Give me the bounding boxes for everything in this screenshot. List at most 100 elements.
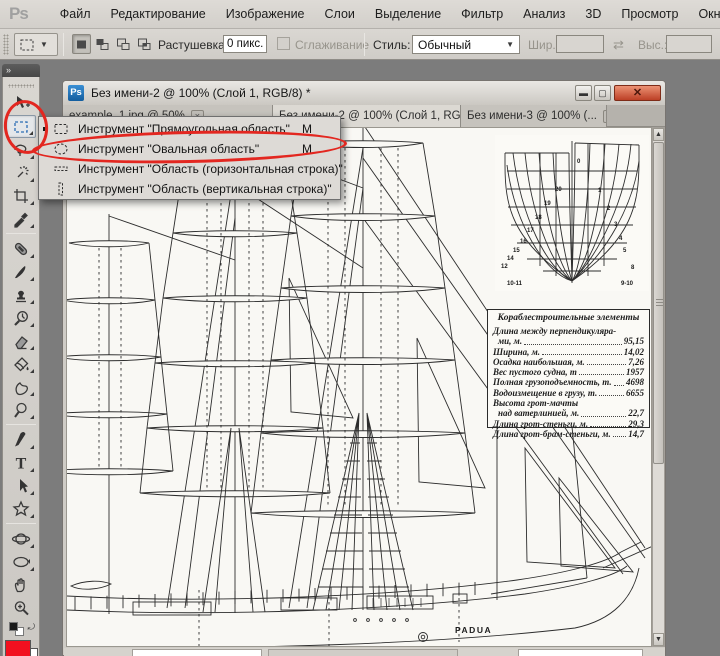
menu-bar-items: ФайлРедактированиеИзображениеСлоиВыделен… (50, 1, 720, 27)
menu-Фильтр[interactable]: Фильтр (451, 1, 513, 27)
close-button[interactable]: ✕ (614, 85, 661, 101)
subtract-from-selection-button[interactable] (114, 34, 133, 54)
ship-table-title: Кораблестроительные элементы (493, 313, 644, 323)
dot-leader (581, 408, 626, 416)
table-row-value: 29,3 (628, 419, 644, 429)
dot-leader (614, 377, 624, 385)
toolbar-collapse-button[interactable]: » (2, 64, 40, 77)
menu-Файл[interactable]: Файл (50, 1, 101, 27)
new-selection-button[interactable] (72, 34, 91, 54)
toolbar-separator (6, 424, 36, 425)
eyedropper-tool[interactable] (6, 207, 36, 230)
marquee-row-icon (53, 161, 69, 177)
paint-bucket-tool[interactable] (6, 352, 36, 375)
style-dropdown[interactable]: Обычный ▼ (412, 35, 520, 54)
table-row-label: Длина грот-стеньги, м. (493, 419, 588, 429)
table-row: Вес пустого судна, т1957 (493, 367, 644, 377)
scroll-down-arrow[interactable]: ▼ (653, 633, 664, 646)
menu-Изображение[interactable]: Изображение (216, 1, 315, 27)
scrollbar-thumb[interactable] (653, 142, 664, 464)
table-row-value: 4698 (626, 377, 644, 387)
window-title-bar[interactable]: Ps Без имени-2 @ 100% (Слой 1, RGB/8) * … (63, 81, 665, 105)
foreground-color-swatch[interactable] (5, 640, 31, 656)
tab-close-icon[interactable]: × (603, 110, 607, 123)
table-row: Длина между перпендикуляра- (493, 326, 644, 336)
station-label: 14 (507, 256, 514, 262)
pen-tool[interactable] (6, 428, 36, 451)
window-status-bar (64, 648, 665, 656)
options-bar: ▼ Растушевка: Сглаживание Стиль: Обычный… (0, 29, 720, 60)
path-selection-tool[interactable] (6, 474, 36, 497)
toolbar-separator (6, 233, 36, 234)
dot-leader (590, 419, 626, 427)
station-label: 17 (527, 228, 534, 234)
scrollbar-grip-icon (656, 299, 663, 306)
table-row-label: Вес пустого судна, т (493, 367, 577, 377)
swap-dimensions-icon: ⇄ (613, 37, 624, 53)
marquee-rect-icon (53, 121, 69, 137)
options-separator-2 (364, 33, 365, 56)
menu-Редактирование[interactable]: Редактирование (101, 1, 216, 27)
3d-rotate-tool[interactable] (6, 527, 36, 550)
crop-tool[interactable] (6, 184, 36, 207)
feather-input[interactable] (223, 35, 267, 53)
dodge-tool[interactable] (6, 398, 36, 421)
photoshop-logo: Ps (9, 4, 28, 24)
station-label: 18 (535, 215, 542, 221)
smudge-tool[interactable] (6, 375, 36, 398)
history-brush-tool[interactable] (6, 306, 36, 329)
color-swatches (4, 640, 38, 656)
marquee-col-icon (53, 181, 69, 197)
document-canvas[interactable]: PADUA (66, 127, 652, 647)
table-row-value: 6655 (626, 388, 644, 398)
maximize-button[interactable]: ▢ (594, 85, 611, 101)
intersect-selection-button[interactable] (135, 34, 154, 54)
document-tab-3[interactable]: Без имени-3 @ 100% (...× (461, 105, 607, 127)
table-row: Осадка наибольшая, м.7,26 (493, 357, 644, 367)
vertical-scrollbar[interactable]: ▲ ▼ (652, 127, 665, 647)
flyout-item-label: Инструмент "Область (горизонтальная стро… (78, 162, 343, 176)
station-label: 20 (555, 187, 562, 193)
menu-Слои[interactable]: Слои (315, 1, 365, 27)
table-row-label: Длина между перпендикуляра- (493, 326, 616, 336)
dot-leader (613, 429, 627, 437)
menu-3D[interactable]: 3D (575, 1, 611, 27)
table-row: Водоизмещение в грузу, т. 6655 (493, 388, 644, 398)
menu-Анализ[interactable]: Анализ (513, 1, 575, 27)
ship-data-table: Кораблестроительные элементы Длина между… (487, 309, 650, 428)
add-to-selection-button[interactable] (93, 34, 112, 54)
table-row-label: Водоизмещение в грузу, т. (493, 388, 597, 398)
antialias-label: Сглаживание (295, 38, 369, 52)
table-row: Ширина, м.14,02 (493, 347, 644, 357)
status-field (268, 649, 458, 656)
table-row-value: 7,26 (628, 357, 644, 367)
custom-shape-tool[interactable] (6, 497, 36, 520)
window-title: Без имени-2 @ 100% (Слой 1, RGB/8) * (91, 86, 311, 100)
table-row-value: 14,02 (624, 347, 644, 357)
menu-Просмотр[interactable]: Просмотр (611, 1, 688, 27)
hand-tool[interactable] (6, 573, 36, 596)
clone-stamp-tool[interactable] (6, 283, 36, 306)
minimize-button[interactable]: ▬ (575, 85, 592, 101)
spot-healing-brush-tool[interactable] (6, 237, 36, 260)
options-grip[interactable] (3, 34, 9, 55)
table-row-label: Полная грузоподъемность, т. (493, 377, 612, 387)
flyout-item-4[interactable]: Инструмент "Область (вертикальная строка… (39, 179, 340, 199)
menu-Окно[interactable]: Окно (688, 1, 720, 27)
status-field (132, 649, 262, 656)
chevron-down-icon: ▼ (506, 40, 514, 49)
station-label: 15 (513, 248, 520, 254)
zoom-tool[interactable] (6, 596, 36, 619)
magic-wand-tool[interactable] (6, 161, 36, 184)
table-row-value: 14,7 (628, 429, 644, 439)
antialias-checkbox (277, 37, 290, 50)
tool-preset-picker[interactable]: ▼ (14, 33, 58, 56)
eraser-tool[interactable] (6, 329, 36, 352)
type-tool[interactable]: T (6, 451, 36, 474)
mini-swatches[interactable]: ⤾ (6, 621, 36, 638)
3d-orbit-tool[interactable] (6, 550, 36, 573)
brush-tool[interactable] (6, 260, 36, 283)
scroll-up-arrow[interactable]: ▲ (653, 128, 664, 141)
menu-Выделение[interactable]: Выделение (365, 1, 451, 27)
table-row: над ватерлинией, м.22,7 (493, 408, 644, 418)
